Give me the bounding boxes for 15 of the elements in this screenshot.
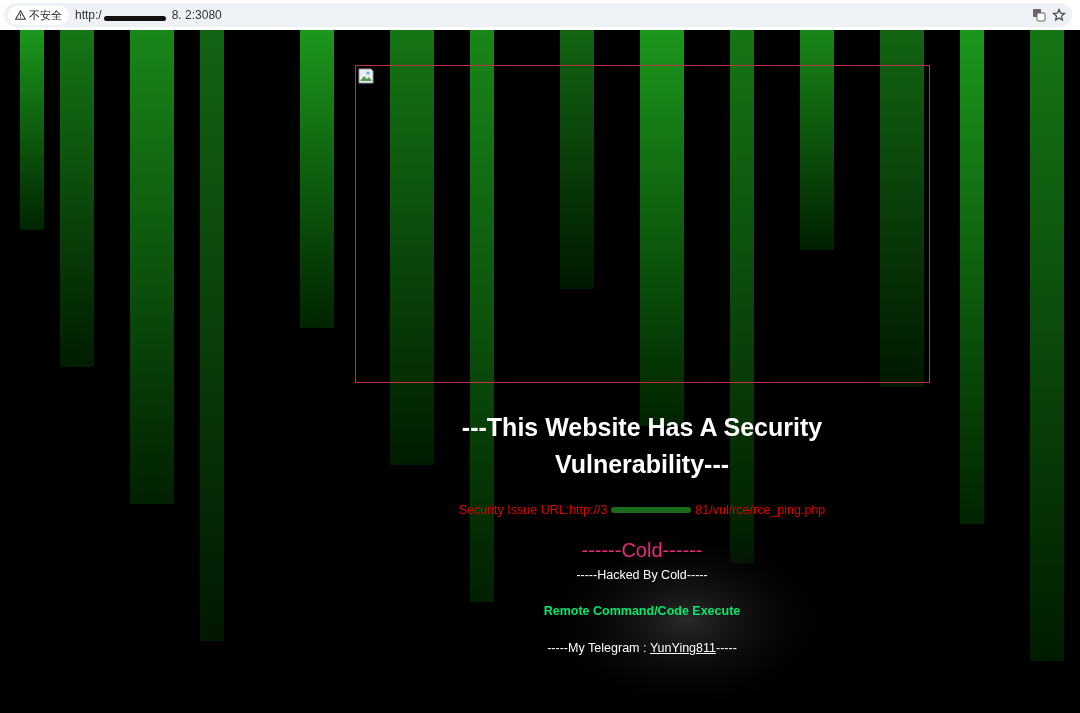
translate-icon[interactable] <box>1032 8 1046 22</box>
star-icon[interactable] <box>1052 8 1066 22</box>
telegram-text: -----My Telegram : YunYing811----- <box>547 641 737 655</box>
url-text[interactable]: http:/ 8. 2:3080 <box>75 8 222 22</box>
signature-text: ------Cold------ <box>581 539 703 562</box>
redaction-bar <box>103 15 166 21</box>
attack-type-text: Remote Command/Code Execute <box>543 604 741 618</box>
security-label: 不安全 <box>29 7 62 23</box>
security-chip[interactable]: 不安全 <box>8 5 69 25</box>
telegram-link[interactable]: YunYing811 <box>649 641 716 655</box>
warning-icon <box>15 10 26 20</box>
hacked-by-text: -----Hacked By Cold----- <box>576 568 708 582</box>
page-heading: ---This Website Has A Security Vulnerability--- <box>460 412 824 480</box>
broken-image-icon <box>357 68 374 84</box>
issue-url-text: Security Issue URL:http://3 81/vul/rce/rce_ping.php <box>458 503 826 517</box>
